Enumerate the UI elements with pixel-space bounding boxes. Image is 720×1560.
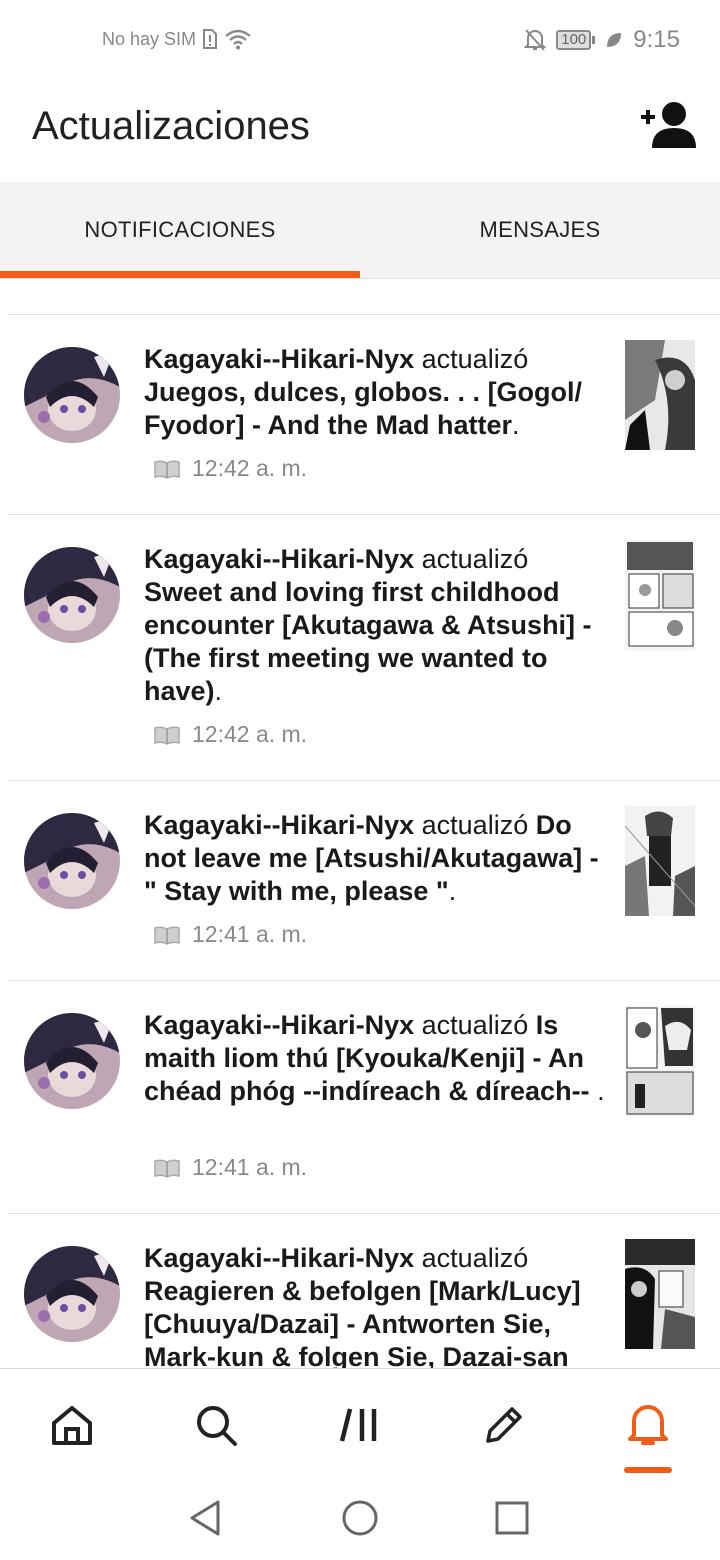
nav-notifications[interactable] xyxy=(576,1369,720,1481)
notification-item[interactable]: Kagayaki--Hikari-Nyx actualizó Juegos, d… xyxy=(0,315,720,514)
action-text: actualizó xyxy=(421,344,529,374)
home-system-icon[interactable] xyxy=(340,1498,380,1538)
author-name[interactable]: Kagayaki--Hikari-Nyx xyxy=(144,810,414,840)
bell-icon xyxy=(628,1405,668,1445)
battery-level: 100 xyxy=(556,30,592,50)
story-cover[interactable] xyxy=(625,1239,695,1349)
story-title[interactable]: Reagieren & befolgen [Mark/Lucy] [Chuuya… xyxy=(144,1276,581,1368)
story-cover[interactable] xyxy=(625,1006,695,1116)
notification-item[interactable]: Kagayaki--Hikari-Nyx actualizó Is maith … xyxy=(0,981,720,1213)
book-icon xyxy=(154,925,180,945)
book-icon xyxy=(154,725,180,745)
notification-item[interactable]: Kagayaki--Hikari-Nyx actualizó Sweet and… xyxy=(0,515,720,780)
notification-text: Kagayaki--Hikari-Nyx actualizó Do not le… xyxy=(144,809,606,908)
story-cover[interactable] xyxy=(625,340,695,450)
tab-messages[interactable]: MENSAJES xyxy=(360,182,720,278)
tab-notifications-label: NOTIFICACIONES xyxy=(84,217,276,242)
notification-list: Kagayaki--Hikari-Nyx actualizó Juegos, d… xyxy=(0,280,720,1368)
notification-meta: 12:41 a. m. xyxy=(154,921,307,948)
add-follow-button[interactable] xyxy=(638,100,698,152)
avatar-image xyxy=(24,1013,120,1109)
bottom-navigation xyxy=(0,1368,720,1481)
book-icon xyxy=(154,1158,180,1178)
avatar[interactable] xyxy=(24,347,120,443)
author-name[interactable]: Kagayaki--Hikari-Nyx xyxy=(144,544,414,574)
active-nav-indicator xyxy=(624,1467,672,1473)
notification-text: Kagayaki--Hikari-Nyx actualizó Reagieren… xyxy=(144,1242,606,1368)
timestamp: 12:42 a. m. xyxy=(192,455,308,481)
notification-meta: 12:41 a. m. xyxy=(154,1154,307,1181)
notification-meta: 12:42 a. m. xyxy=(154,721,307,748)
tab-notifications[interactable]: NOTIFICACIONES xyxy=(0,182,360,278)
cover-image xyxy=(625,806,695,916)
nav-home[interactable] xyxy=(0,1369,144,1481)
notification-item[interactable]: Kagayaki--Hikari-Nyx actualizó Do not le… xyxy=(0,781,720,980)
author-name[interactable]: Kagayaki--Hikari-Nyx xyxy=(144,1243,414,1273)
system-navigation xyxy=(0,1480,720,1560)
timestamp: 12:41 a. m. xyxy=(192,921,308,947)
action-text: actualizó xyxy=(421,544,529,574)
cover-image xyxy=(625,1239,695,1349)
author-name[interactable]: Kagayaki--Hikari-Nyx xyxy=(144,344,414,374)
avatar[interactable] xyxy=(24,547,120,643)
author-name[interactable]: Kagayaki--Hikari-Nyx xyxy=(144,1010,414,1040)
leaf-icon xyxy=(607,33,622,47)
notification-text: Kagayaki--Hikari-Nyx actualizó Is maith … xyxy=(144,1009,606,1108)
search-icon xyxy=(197,1406,237,1446)
action-text: actualizó xyxy=(421,810,529,840)
avatar[interactable] xyxy=(24,813,120,909)
avatar-image xyxy=(24,813,120,909)
add-person-icon xyxy=(641,102,696,148)
tab-messages-label: MENSAJES xyxy=(479,217,601,242)
cover-image xyxy=(625,1006,695,1116)
timestamp: 12:42 a. m. xyxy=(192,721,308,747)
notification-meta: 12:42 a. m. xyxy=(154,455,307,482)
wifi-icon xyxy=(225,29,251,50)
status-right: 100 9:15 xyxy=(524,26,680,54)
recents-icon[interactable] xyxy=(492,1498,532,1538)
trail-text: . xyxy=(589,1076,605,1106)
tab-bar: NOTIFICACIONES MENSAJES xyxy=(0,182,720,279)
trail-text: . xyxy=(448,876,457,906)
story-cover[interactable] xyxy=(625,806,695,916)
app-header: Actualizaciones xyxy=(0,84,720,182)
library-icon xyxy=(339,1408,377,1442)
clock: 9:15 xyxy=(633,26,680,53)
home-icon xyxy=(52,1406,92,1445)
status-bar: No hay SIM 100 9:15 xyxy=(0,0,720,84)
write-icon xyxy=(486,1407,522,1443)
cover-image xyxy=(625,340,695,450)
notification-text: Kagayaki--Hikari-Nyx actualizó Juegos, d… xyxy=(144,343,606,442)
battery-tip xyxy=(592,36,596,44)
nav-search[interactable] xyxy=(144,1369,288,1481)
avatar-image xyxy=(24,347,120,443)
avatar[interactable] xyxy=(24,1013,120,1109)
sim-alert-icon xyxy=(203,29,218,49)
active-tab-indicator xyxy=(0,271,360,278)
book-icon xyxy=(154,459,180,479)
story-title[interactable]: Sweet and loving first childhood encount… xyxy=(144,577,592,706)
notification-text: Kagayaki--Hikari-Nyx actualizó Sweet and… xyxy=(144,543,606,708)
action-text: actualizó xyxy=(421,1243,529,1273)
bell-muted-icon xyxy=(524,29,547,51)
notification-item[interactable]: Kagayaki--Hikari-Nyx actualizó Reagieren… xyxy=(0,1214,720,1368)
battery-indicator: 100 xyxy=(556,30,596,50)
avatar-image xyxy=(24,1246,120,1342)
status-left: No hay SIM xyxy=(102,28,252,50)
trail-text: . xyxy=(511,410,520,440)
nav-write[interactable] xyxy=(432,1369,576,1481)
carrier-label: No hay SIM xyxy=(102,28,197,49)
page-title: Actualizaciones xyxy=(32,104,310,148)
nav-library[interactable] xyxy=(288,1369,432,1481)
timestamp: 12:41 a. m. xyxy=(192,1154,308,1180)
trail-text: . xyxy=(214,676,223,706)
story-cover[interactable] xyxy=(625,540,695,650)
cover-image xyxy=(625,540,695,650)
action-text: actualizó xyxy=(421,1010,529,1040)
avatar[interactable] xyxy=(24,1246,120,1342)
avatar-image xyxy=(24,547,120,643)
back-icon[interactable] xyxy=(186,1498,226,1538)
